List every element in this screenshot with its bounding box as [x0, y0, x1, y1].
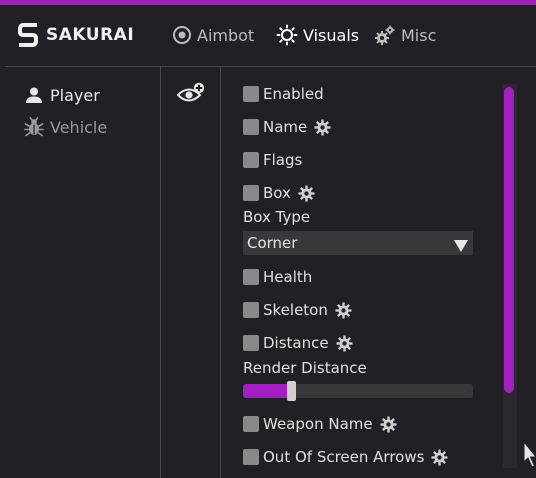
sidebar-item-player[interactable]: Player [24, 83, 100, 107]
header: SAKURAI Aimbot Visuals Misc [0, 5, 536, 66]
scrollbar-thumb[interactable] [504, 87, 514, 393]
box-checkbox[interactable] [243, 185, 259, 201]
subnav-divider [220, 67, 221, 478]
gear-icon[interactable] [314, 119, 331, 136]
option-enabled: Enabled [243, 84, 324, 104]
gear-icon[interactable] [380, 416, 397, 433]
box-type-label: Box Type [243, 208, 311, 226]
slider-fill [243, 384, 291, 398]
option-skeleton: Skeleton [243, 300, 352, 320]
slider-thumb[interactable] [287, 381, 296, 401]
gear-icon[interactable] [336, 335, 353, 352]
option-flags: Flags [243, 150, 302, 170]
dropdown-arrow-icon [454, 237, 468, 256]
distance-checkbox[interactable] [243, 335, 259, 351]
flags-checkbox[interactable] [243, 152, 259, 168]
logo-s-icon [18, 23, 38, 47]
name-checkbox[interactable] [243, 119, 259, 135]
sun-icon [276, 24, 298, 46]
render-distance-slider[interactable] [243, 381, 473, 401]
option-health: Health [243, 267, 312, 287]
gears-icon [374, 24, 396, 46]
option-label: Distance [263, 334, 329, 352]
option-weapon-name: Weapon Name [243, 414, 397, 434]
health-checkbox[interactable] [243, 269, 259, 285]
sidebar-item-label: Player [50, 85, 100, 105]
weapon-name-checkbox[interactable] [243, 416, 259, 432]
skeleton-checkbox[interactable] [243, 302, 259, 318]
enabled-checkbox[interactable] [243, 86, 259, 102]
sidebar-item-vehicle[interactable]: Vehicle [24, 115, 107, 139]
target-icon [172, 25, 192, 45]
gear-icon[interactable] [298, 185, 315, 202]
option-label: Weapon Name [263, 415, 373, 433]
option-name: Name [243, 117, 331, 137]
option-out-of-screen-arrows: Out Of Screen Arrows [243, 447, 448, 467]
tab-label: Aimbot [197, 25, 255, 45]
gear-icon[interactable] [431, 449, 448, 466]
app-title: SAKURAI [46, 25, 135, 45]
header-divider [5, 66, 536, 67]
option-label: Box [263, 184, 291, 202]
option-distance: Distance [243, 333, 353, 353]
out-of-screen-arrows-checkbox[interactable] [243, 449, 259, 465]
option-label: Enabled [263, 85, 324, 103]
option-label: Flags [263, 151, 303, 169]
box-type-dropdown[interactable]: Corner [243, 231, 473, 255]
tab-aimbot[interactable]: Aimbot [172, 21, 254, 49]
gear-icon[interactable] [335, 302, 352, 319]
sidebar-divider [160, 67, 161, 478]
tab-label: Misc [401, 25, 437, 45]
user-icon [24, 86, 44, 104]
option-label: Out Of Screen Arrows [263, 448, 425, 466]
sidebar-item-label: Vehicle [50, 117, 108, 137]
bug-icon [24, 117, 44, 137]
option-label: Health [263, 268, 313, 286]
option-label: Skeleton [263, 301, 328, 319]
resize-handle-icon[interactable] [519, 440, 536, 474]
brand-logo: SAKURAI [18, 21, 134, 49]
tab-label: Visuals [303, 25, 360, 45]
box-type-value: Corner [247, 234, 298, 252]
option-box: Box [243, 183, 315, 203]
tab-misc[interactable]: Misc [374, 21, 436, 49]
eye-plus-icon[interactable] [176, 82, 205, 106]
option-label: Name [263, 118, 308, 136]
render-distance-label: Render Distance [243, 359, 367, 377]
tab-visuals[interactable]: Visuals [276, 21, 359, 49]
